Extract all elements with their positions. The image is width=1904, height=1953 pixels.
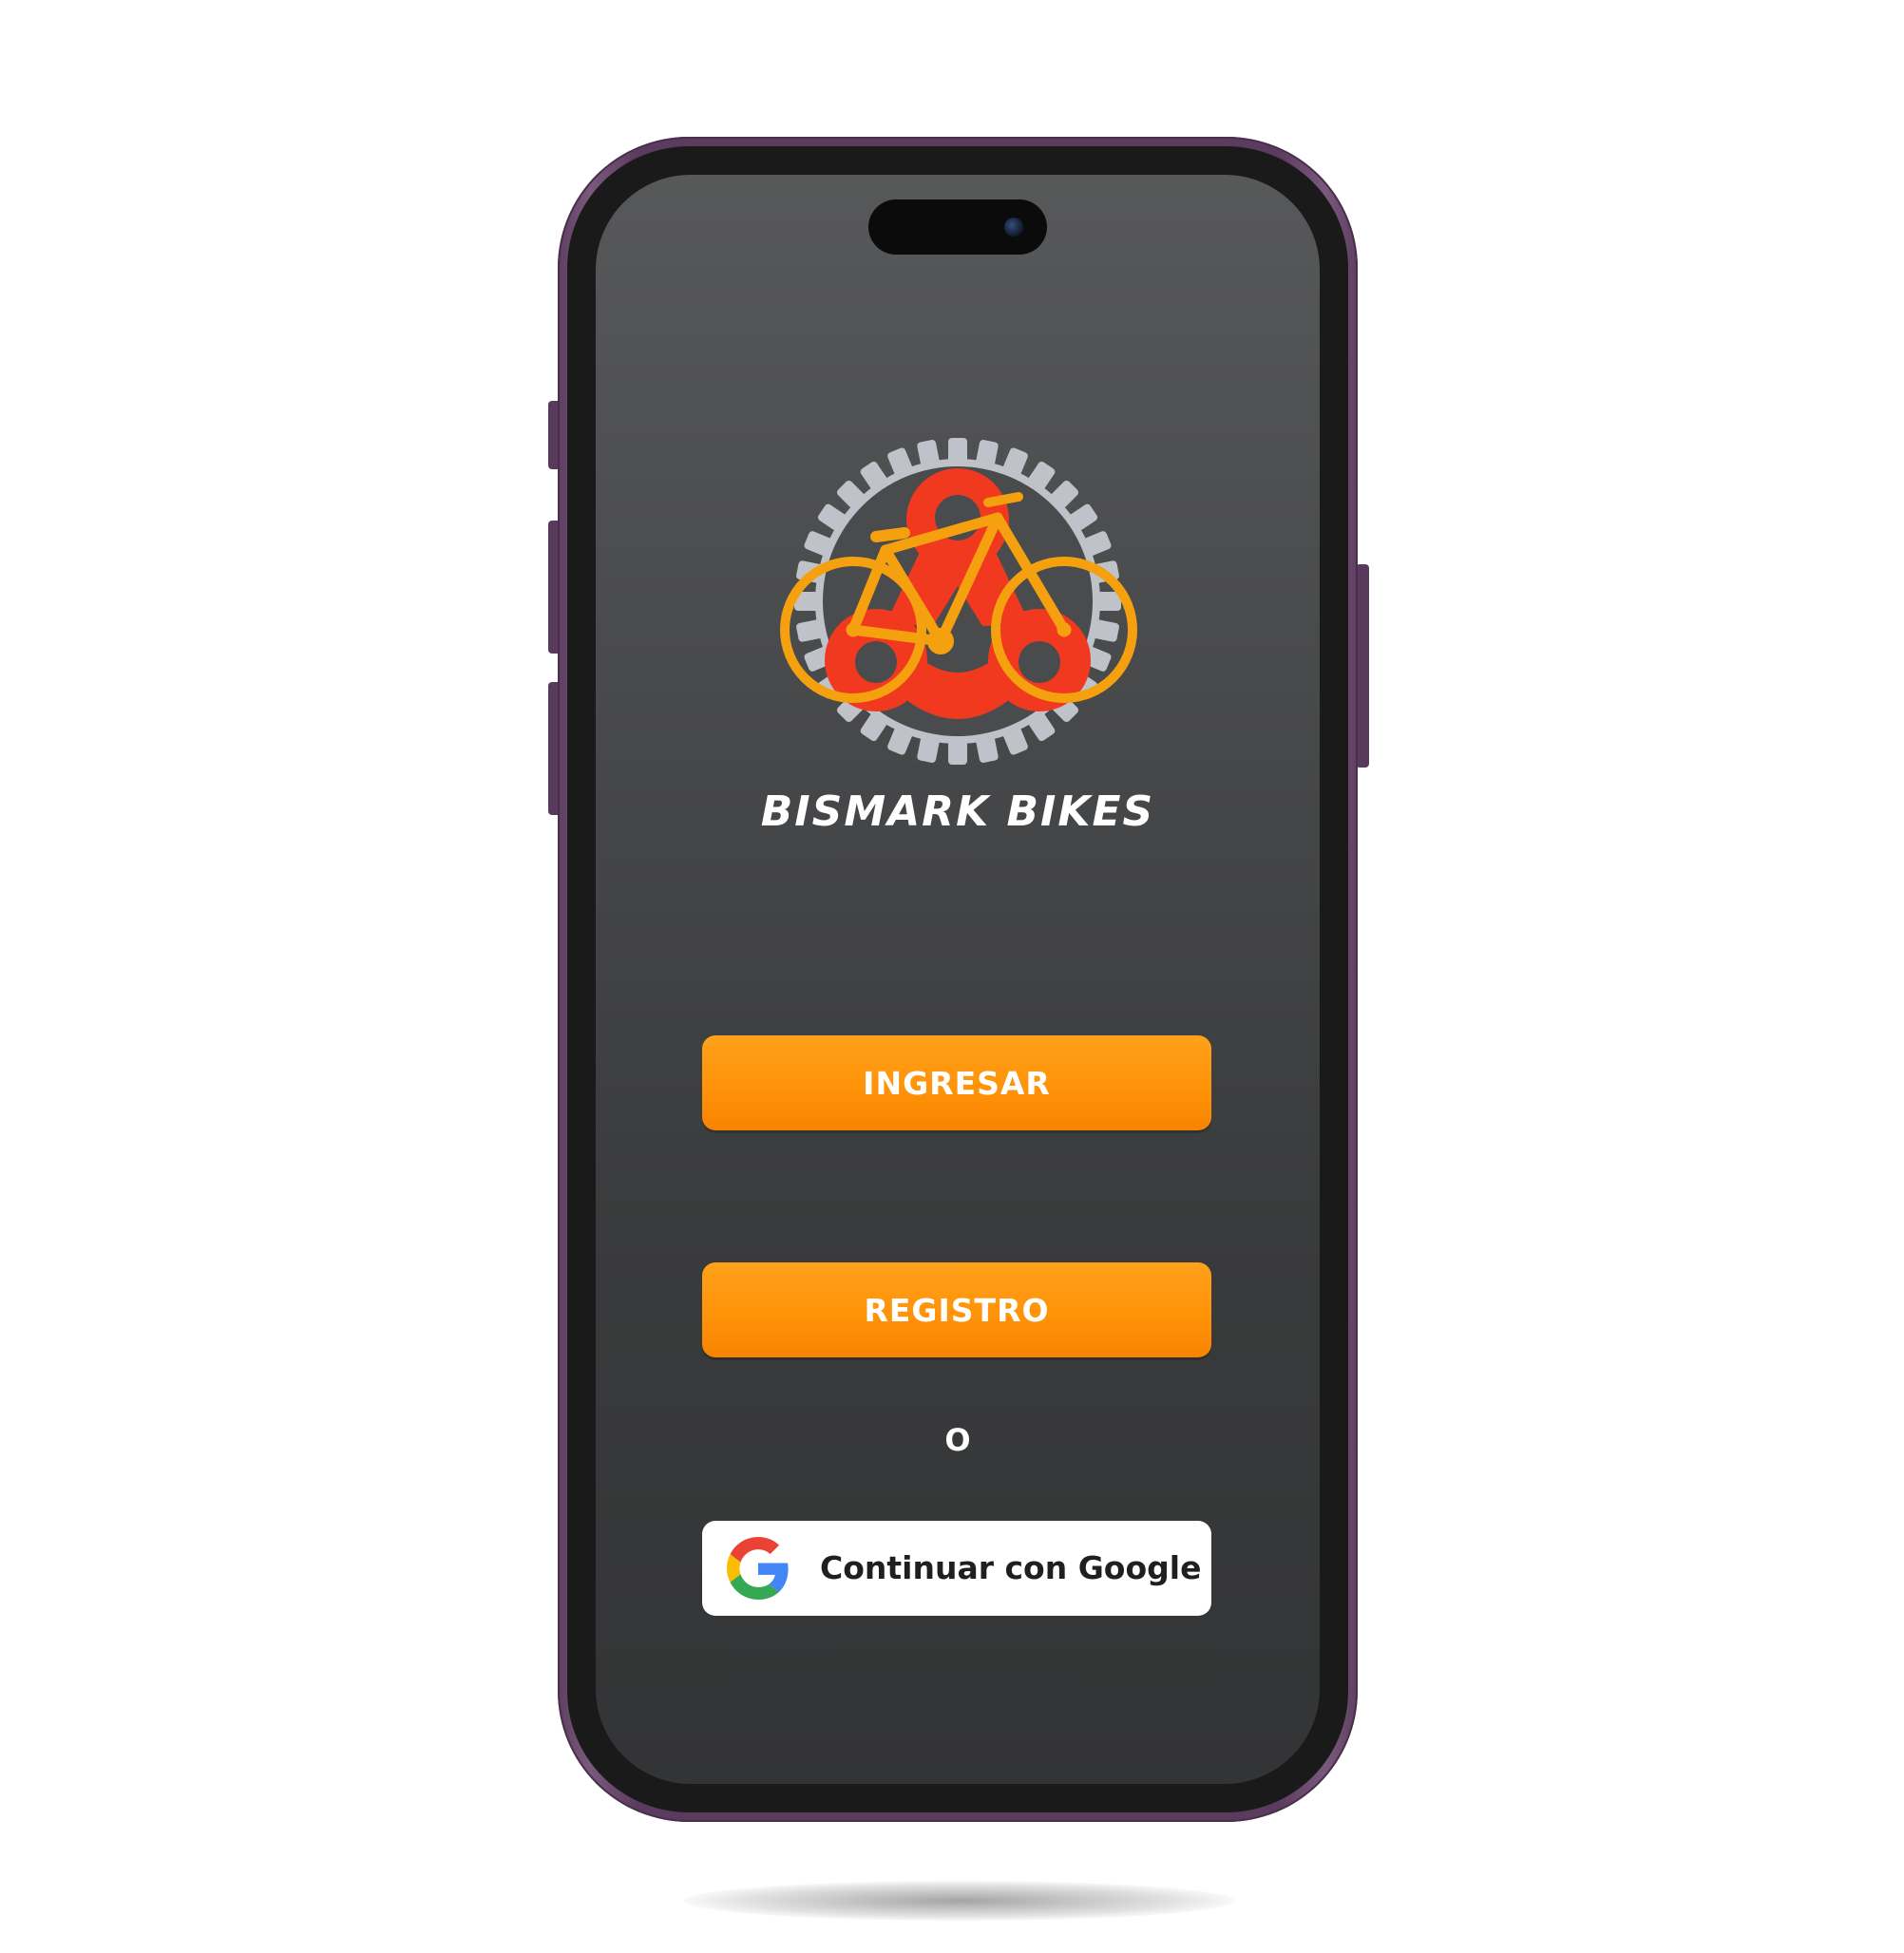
brand-logo	[762, 406, 1153, 797]
gear-chain-bicycle-logo	[780, 438, 1137, 765]
login-button-label: INGRESAR	[863, 1064, 1051, 1102]
google-g-icon	[727, 1537, 789, 1600]
or-separator: O	[944, 1422, 971, 1458]
register-button-label: REGISTRO	[864, 1291, 1050, 1329]
google-button-label: Continuar con Google	[820, 1549, 1202, 1586]
register-button[interactable]: REGISTRO	[702, 1262, 1211, 1357]
login-button[interactable]: INGRESAR	[702, 1035, 1211, 1130]
front-camera-icon	[1004, 218, 1023, 237]
google-signin-button[interactable]: Continuar con Google	[702, 1521, 1211, 1616]
dynamic-island	[868, 199, 1047, 255]
brand-title: BISMARK BIKES	[760, 787, 1155, 836]
phone-floor-shadow	[684, 1881, 1235, 1921]
app-screen: BISMARK BIKES INGRESAR REGISTRO O Contin…	[596, 175, 1320, 1784]
power-side-button	[1356, 564, 1369, 768]
